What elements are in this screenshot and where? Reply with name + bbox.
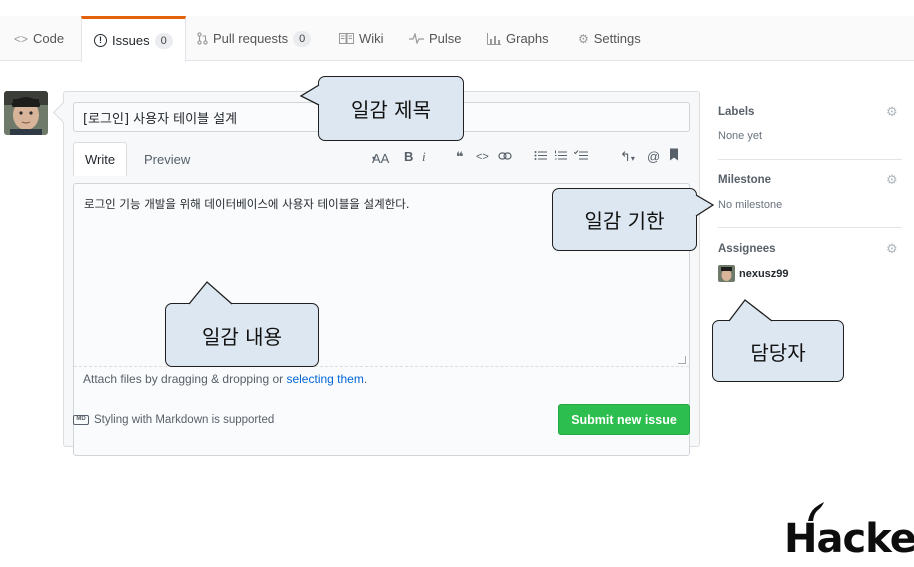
task-list-button[interactable] — [573, 149, 588, 164]
labels-heading[interactable]: Labels — [718, 106, 754, 118]
issue-count-badge: 0 — [154, 32, 173, 49]
sidebar-divider — [718, 227, 902, 228]
tab-label: Code — [33, 31, 65, 46]
bookmark-icon — [670, 148, 678, 161]
assignee-username: nexusz99 — [739, 267, 789, 280]
tab-label: Graphs — [506, 31, 549, 46]
hacker-logo: Hacker — [784, 502, 914, 567]
callout-content: 일감 내용 — [165, 303, 319, 367]
tab-pulse[interactable]: Pulse — [409, 16, 462, 61]
tab-preview[interactable]: Preview — [144, 142, 190, 176]
link-icon — [498, 152, 512, 160]
bold-button[interactable]: B — [404, 149, 413, 164]
repo-nav: <> Code ! Issues 0 Pull requests 0 Wiki … — [0, 16, 914, 62]
markdown-toolbar: AA ▾ B i ❝ <> ↰▾ @ — [372, 147, 692, 171]
milestone-heading[interactable]: Milestone — [718, 174, 771, 186]
tab-label: Settings — [593, 31, 641, 46]
markdown-support-note: MD Styling with Markdown is supported — [73, 414, 274, 426]
reply-button[interactable]: ↰▾ — [620, 149, 635, 165]
graph-icon — [487, 32, 501, 45]
new-issue-form: Write Preview AA▾ B i ❝ <> ↰▾ @ 로그인 기능 개… — [63, 91, 700, 456]
pulse-icon — [409, 33, 424, 44]
assignees-heading[interactable]: Assignees — [718, 243, 776, 255]
unordered-list-button[interactable] — [534, 149, 547, 164]
list-ordered-icon — [555, 150, 567, 160]
list-unordered-icon — [534, 151, 547, 160]
tab-code[interactable]: <> Code — [14, 16, 64, 61]
tab-label: Wiki — [359, 31, 384, 46]
callout-assignee-pointer — [728, 299, 773, 322]
callout-deadline: 일감 기한 — [552, 188, 697, 251]
quote-button[interactable]: ❝ — [456, 149, 464, 165]
markdown-icon: MD — [73, 415, 89, 425]
gear-icon: ⚙ — [578, 31, 589, 46]
tab-write[interactable]: Write — [73, 142, 128, 176]
attach-end: . — [363, 372, 368, 386]
tab-settings[interactable]: ⚙ Settings — [578, 16, 641, 61]
submit-new-issue-button[interactable]: Submit new issue — [558, 404, 690, 435]
avatar — [4, 91, 48, 135]
pull-request-count-badge: 0 — [293, 30, 312, 47]
reply-icon: ↰ — [620, 149, 631, 164]
attach-text: Attach files by dragging & dropping or — [83, 372, 287, 386]
markdown-note-text[interactable]: Styling with Markdown is supported — [94, 414, 274, 426]
tab-wiki[interactable]: Wiki — [339, 16, 384, 61]
ordered-list-button[interactable] — [554, 149, 567, 164]
callout-deadline-pointer — [695, 194, 715, 217]
git-pull-request-icon — [197, 32, 208, 45]
tab-issues[interactable]: ! Issues 0 — [81, 16, 186, 62]
book-icon — [339, 33, 354, 44]
assignees-gear-icon[interactable]: ⚙ — [886, 241, 898, 257]
code-icon: <> — [14, 31, 29, 46]
issue-body-text: 로그인 기능 개발을 위해 데이터베이스에 사용자 테이블을 설계한다. — [84, 197, 410, 211]
sidebar-divider — [718, 159, 902, 160]
attach-files-bar[interactable]: Attach files by dragging & dropping or s… — [74, 366, 689, 390]
tab-label: Pulse — [429, 31, 462, 46]
assignee-avatar — [718, 265, 735, 282]
italic-button[interactable]: i — [422, 149, 426, 165]
milestone-gear-icon[interactable]: ⚙ — [886, 172, 898, 188]
link-button[interactable] — [498, 149, 512, 164]
labels-gear-icon[interactable]: ⚙ — [886, 104, 898, 120]
callout-title-pointer — [299, 84, 320, 106]
tasklist-icon — [573, 150, 588, 160]
callout-content-pointer — [188, 281, 233, 305]
tab-pull-requests[interactable]: Pull requests 0 — [197, 16, 312, 61]
milestone-value: No milestone — [718, 199, 783, 211]
tab-label: Pull requests — [213, 31, 289, 46]
code-button[interactable]: <> — [476, 151, 489, 163]
labels-value: None yet — [718, 130, 763, 142]
resize-handle[interactable] — [678, 356, 686, 364]
callout-assignee: 담당자 — [712, 320, 844, 382]
select-files-link[interactable]: selecting them — [286, 372, 363, 386]
tab-label: Issues — [112, 33, 150, 48]
saved-reply-button[interactable] — [669, 148, 679, 164]
mention-button[interactable]: @ — [647, 149, 660, 164]
issue-opened-icon: ! — [94, 34, 107, 47]
callout-title: 일감 제목 — [318, 76, 464, 141]
assignee-item[interactable]: nexusz99 — [718, 265, 789, 282]
header-text-button[interactable]: AA ▾ — [372, 149, 389, 166]
logo-mark-icon — [808, 502, 824, 521]
chevron-down-icon: ▾ — [630, 154, 635, 163]
tab-graphs[interactable]: Graphs — [487, 16, 549, 61]
